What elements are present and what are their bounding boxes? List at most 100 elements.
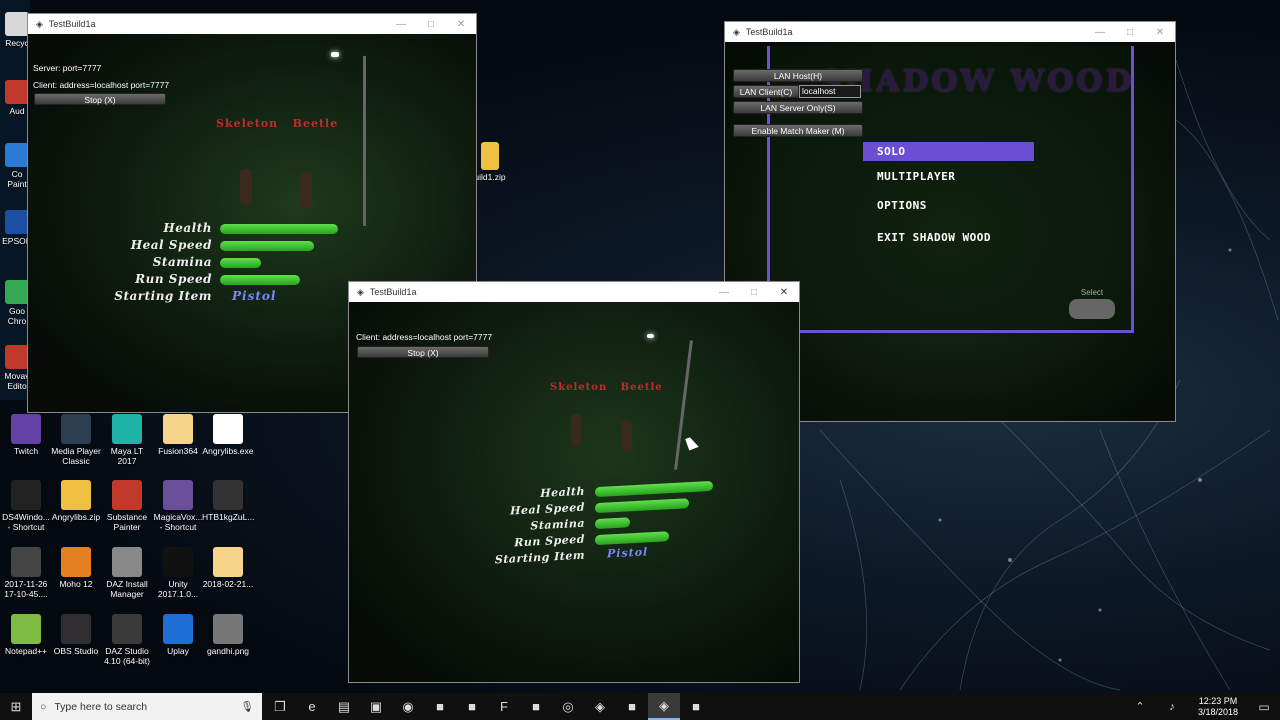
- minimize-button[interactable]: —: [386, 19, 416, 30]
- stat-label: Starting Item: [494, 548, 585, 567]
- desktop-icon[interactable]: Twitch: [0, 414, 52, 456]
- stop-button[interactable]: Stop (X): [34, 93, 166, 105]
- taskbar-edge-icon[interactable]: e: [296, 693, 328, 720]
- desktop-icon[interactable]: Angrylibs.exe: [202, 414, 254, 456]
- lan-server-button[interactable]: LAN Server Only(S): [733, 101, 863, 114]
- search-box[interactable]: ○ Type here to search 🎙: [32, 693, 262, 720]
- character-beetle: [300, 172, 312, 208]
- minimize-button[interactable]: —: [1085, 27, 1115, 38]
- title-bar[interactable]: ◈ TestBuild1a — □ ✕: [28, 14, 476, 34]
- desktop-icon-label: Notepad++: [4, 646, 48, 656]
- desktop-icon-label: 2017-11-26 17-10-45....: [4, 579, 48, 599]
- desktop-icon[interactable]: Angrylibs.zip: [50, 480, 102, 522]
- taskbar-foxgo-icon[interactable]: F: [488, 693, 520, 720]
- desktop-icon[interactable]: DS4Windo... - Shortcut: [0, 480, 52, 532]
- lan-client-button[interactable]: LAN Client(C): [733, 85, 799, 98]
- desktop-icon-label: Unity 2017.1.0...: [157, 579, 199, 599]
- app-icon: [112, 414, 142, 444]
- stop-button[interactable]: Stop (X): [357, 346, 489, 358]
- desktop-icon-label: Angrylibs.exe: [202, 446, 254, 456]
- title-bar[interactable]: ◈ TestBuild1a — □ ✕: [349, 282, 799, 302]
- desktop-icon[interactable]: Substance Painter: [101, 480, 153, 532]
- desktop-icon[interactable]: gandhi.png: [202, 614, 254, 656]
- desktop-icon[interactable]: Moho 12: [50, 547, 102, 589]
- app-icon: [11, 614, 41, 644]
- stat-bar: [595, 498, 690, 514]
- lamp-light: [647, 334, 654, 338]
- window-title: TestBuild1a: [369, 287, 417, 297]
- unity-icon: ◈: [357, 286, 364, 297]
- desktop-icon[interactable]: DAZ Install Manager: [101, 547, 153, 599]
- taskbar-file-explorer-icon[interactable]: ▤: [328, 693, 360, 720]
- desktop-icon[interactable]: DAZ Studio 4.10 (64-bit): [101, 614, 153, 666]
- close-button[interactable]: ✕: [1145, 27, 1175, 38]
- desktop-icon[interactable]: Uplay: [152, 614, 204, 656]
- app-icon: [213, 614, 243, 644]
- taskbar-task-view-icon[interactable]: ❐: [264, 693, 296, 720]
- desktop-icon[interactable]: 2017-11-26 17-10-45....: [0, 547, 52, 599]
- lan-host-button[interactable]: LAN Host(H): [733, 69, 863, 82]
- taskbar-folder-icon[interactable]: ▣: [360, 693, 392, 720]
- window-title: TestBuild1a: [745, 27, 793, 37]
- desktop-icon[interactable]: OBS Studio: [50, 614, 102, 656]
- maximize-button[interactable]: □: [1115, 27, 1145, 38]
- desktop-icon-label: Goo Chro: [7, 306, 27, 326]
- lamp-light: [331, 52, 339, 57]
- unity-icon: ◈: [36, 18, 43, 29]
- taskbar-app-icon[interactable]: ■: [424, 693, 456, 720]
- desktop-icon-label: Fusion364: [158, 446, 198, 456]
- taskbar-unity-active-icon[interactable]: ◈: [648, 693, 680, 720]
- desktop-icon[interactable]: 2018-02-21...: [202, 547, 254, 589]
- app-icon: [61, 614, 91, 644]
- app-icon: [5, 210, 29, 234]
- character-skeleton: [240, 169, 252, 205]
- app-icon: [112, 480, 142, 510]
- match-maker-button[interactable]: Enable Match Maker (M): [733, 124, 863, 137]
- desktop-icon[interactable]: HTB1kgZuL...: [202, 480, 254, 522]
- taskbar: ⊞ ○ Type here to search 🎙 ❐ e ▤ ▣ ◉ ■ ■ F ■ ◎ ◈ ■ ◈ ■…: [0, 693, 1280, 720]
- character-beetle: [622, 420, 632, 452]
- maximize-button[interactable]: □: [739, 287, 769, 298]
- desktop-icon[interactable]: Media Player Classic: [50, 414, 102, 466]
- menu-item-exit[interactable]: EXIT SHADOW WOOD: [877, 231, 991, 244]
- minimize-button[interactable]: —: [709, 287, 739, 298]
- menu-item-multiplayer[interactable]: MULTIPLAYER: [877, 170, 955, 183]
- clock[interactable]: 12:23 PM 3/18/2018: [1188, 696, 1248, 718]
- window-title: TestBuild1a: [48, 19, 96, 29]
- desktop-icon[interactable]: Maya LT 2017: [101, 414, 153, 466]
- desktop-icon[interactable]: Unity 2017.1.0...: [152, 547, 204, 599]
- volume-icon[interactable]: ♪: [1156, 693, 1188, 720]
- clock-time: 12:23 PM: [1198, 695, 1238, 706]
- maximize-button[interactable]: □: [416, 19, 446, 30]
- taskbar-chrome-icon[interactable]: ◉: [392, 693, 424, 720]
- taskbar-steam-icon[interactable]: ◎: [552, 693, 584, 720]
- search-placeholder: Type here to search: [54, 700, 148, 713]
- taskbar-app-icon[interactable]: ■: [616, 693, 648, 720]
- taskbar-app-icon[interactable]: ■: [456, 693, 488, 720]
- desktop-icon-label: gandhi.png: [206, 646, 250, 656]
- network-icon[interactable]: ⌃: [1124, 693, 1156, 720]
- desktop-icon[interactable]: Fusion364: [152, 414, 204, 456]
- action-center-icon[interactable]: ▭: [1248, 693, 1280, 720]
- select-hint: Select: [1069, 288, 1115, 319]
- app-icon: [163, 547, 193, 577]
- taskbar-app-icon[interactable]: ■: [520, 693, 552, 720]
- app-icon: [5, 143, 29, 167]
- taskbar-unity-icon[interactable]: ◈: [584, 693, 616, 720]
- menu-item-solo[interactable]: SOLO: [877, 145, 906, 158]
- game-window-client[interactable]: ◈ TestBuild1a — □ ✕ Client: address=loca…: [348, 281, 800, 683]
- close-button[interactable]: ✕: [769, 287, 799, 298]
- streetlamp: [363, 56, 366, 226]
- stat-bar: [595, 531, 670, 546]
- character-skeleton: [571, 414, 581, 446]
- menu-item-options[interactable]: OPTIONS: [877, 199, 927, 212]
- game-viewport[interactable]: Client: address=localhost port=7777 Stop…: [349, 302, 799, 682]
- client-address-input[interactable]: localhost: [799, 85, 861, 98]
- start-button[interactable]: ⊞: [0, 693, 32, 720]
- microphone-icon[interactable]: 🎙: [241, 700, 254, 713]
- close-button[interactable]: ✕: [446, 19, 476, 30]
- desktop-icon[interactable]: Notepad++: [0, 614, 52, 656]
- title-bar[interactable]: ◈ TestBuild1a — □ ✕: [725, 22, 1175, 42]
- taskbar-app-icon[interactable]: ■: [680, 693, 712, 720]
- desktop-icon[interactable]: MagicaVox... - Shortcut: [152, 480, 204, 532]
